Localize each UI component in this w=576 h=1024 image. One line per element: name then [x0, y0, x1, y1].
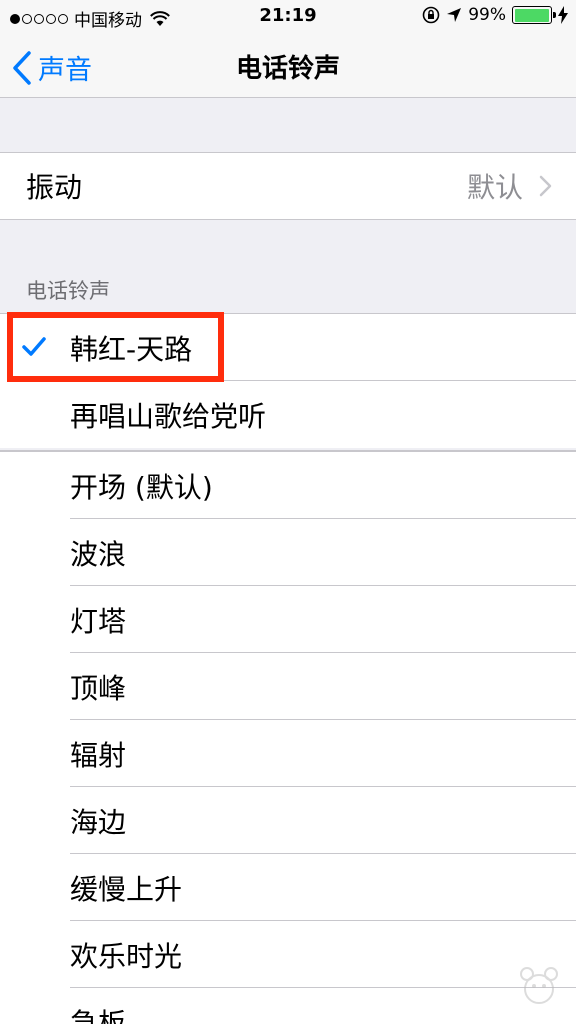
- ringtone-name: 灯塔: [70, 604, 127, 638]
- ringtone-row[interactable]: 缓慢上升: [0, 854, 576, 921]
- ringtone-name: 韩红-天路: [70, 332, 193, 366]
- charging-bolt-icon: [558, 6, 568, 24]
- checkmark-icon: [22, 337, 46, 356]
- ringtone-row[interactable]: 灯塔: [0, 586, 576, 653]
- watermark-logo-icon: [520, 967, 558, 1004]
- ringtone-name: 缓慢上升: [70, 872, 183, 906]
- chevron-right-icon: [539, 175, 552, 197]
- ringtone-name: 辐射: [70, 738, 127, 772]
- section-header: 电话铃声: [26, 279, 110, 303]
- battery-icon: [512, 6, 556, 24]
- ringtone-row[interactable]: 开场 (默认): [0, 452, 576, 519]
- battery-fill: [514, 8, 550, 22]
- status-right: 99%: [422, 5, 568, 25]
- custom-ringtones-group: 韩红-天路 再唱山歌给党听: [0, 313, 576, 448]
- vibration-group: 振动 默认: [0, 152, 576, 220]
- ringtone-name: 急板: [70, 1006, 127, 1024]
- ringtone-name: 波浪: [70, 537, 127, 571]
- ringtone-row-selected[interactable]: 韩红-天路: [0, 314, 576, 381]
- ringtone-row[interactable]: 欢乐时光: [0, 921, 576, 988]
- ringtone-row[interactable]: 辐射: [0, 720, 576, 787]
- ringtone-row[interactable]: 再唱山歌给党听: [0, 381, 576, 448]
- ringtone-name: 再唱山歌给党听: [70, 399, 267, 433]
- navigation-bar: 声音 电话铃声: [0, 34, 576, 98]
- ringtones-list: 开场 (默认) 波浪 灯塔 顶峰 辐射 海边 缓慢上升 欢乐时光 急板: [0, 450, 576, 1024]
- ringtone-name: 开场 (默认): [70, 470, 213, 504]
- vibration-row[interactable]: 振动 默认: [0, 153, 576, 219]
- battery-percent: 99%: [468, 5, 506, 25]
- vibration-label: 振动: [26, 171, 83, 204]
- ringtone-row[interactable]: 顶峰: [0, 653, 576, 720]
- ringtone-name: 海边: [70, 805, 127, 839]
- location-arrow-icon: [447, 8, 462, 22]
- page-title: 电话铃声: [235, 54, 340, 84]
- ringtone-row[interactable]: 波浪: [0, 519, 576, 586]
- status-bar: 中国移动 21:19 99%: [0, 0, 576, 34]
- ringtone-row[interactable]: 急板: [0, 988, 576, 1024]
- ringtone-name: 顶峰: [70, 671, 127, 705]
- ringtone-row[interactable]: 海边: [0, 787, 576, 854]
- ringtone-name: 欢乐时光: [70, 939, 183, 973]
- orientation-lock-icon: [422, 6, 440, 24]
- vibration-value: 默认: [466, 171, 523, 204]
